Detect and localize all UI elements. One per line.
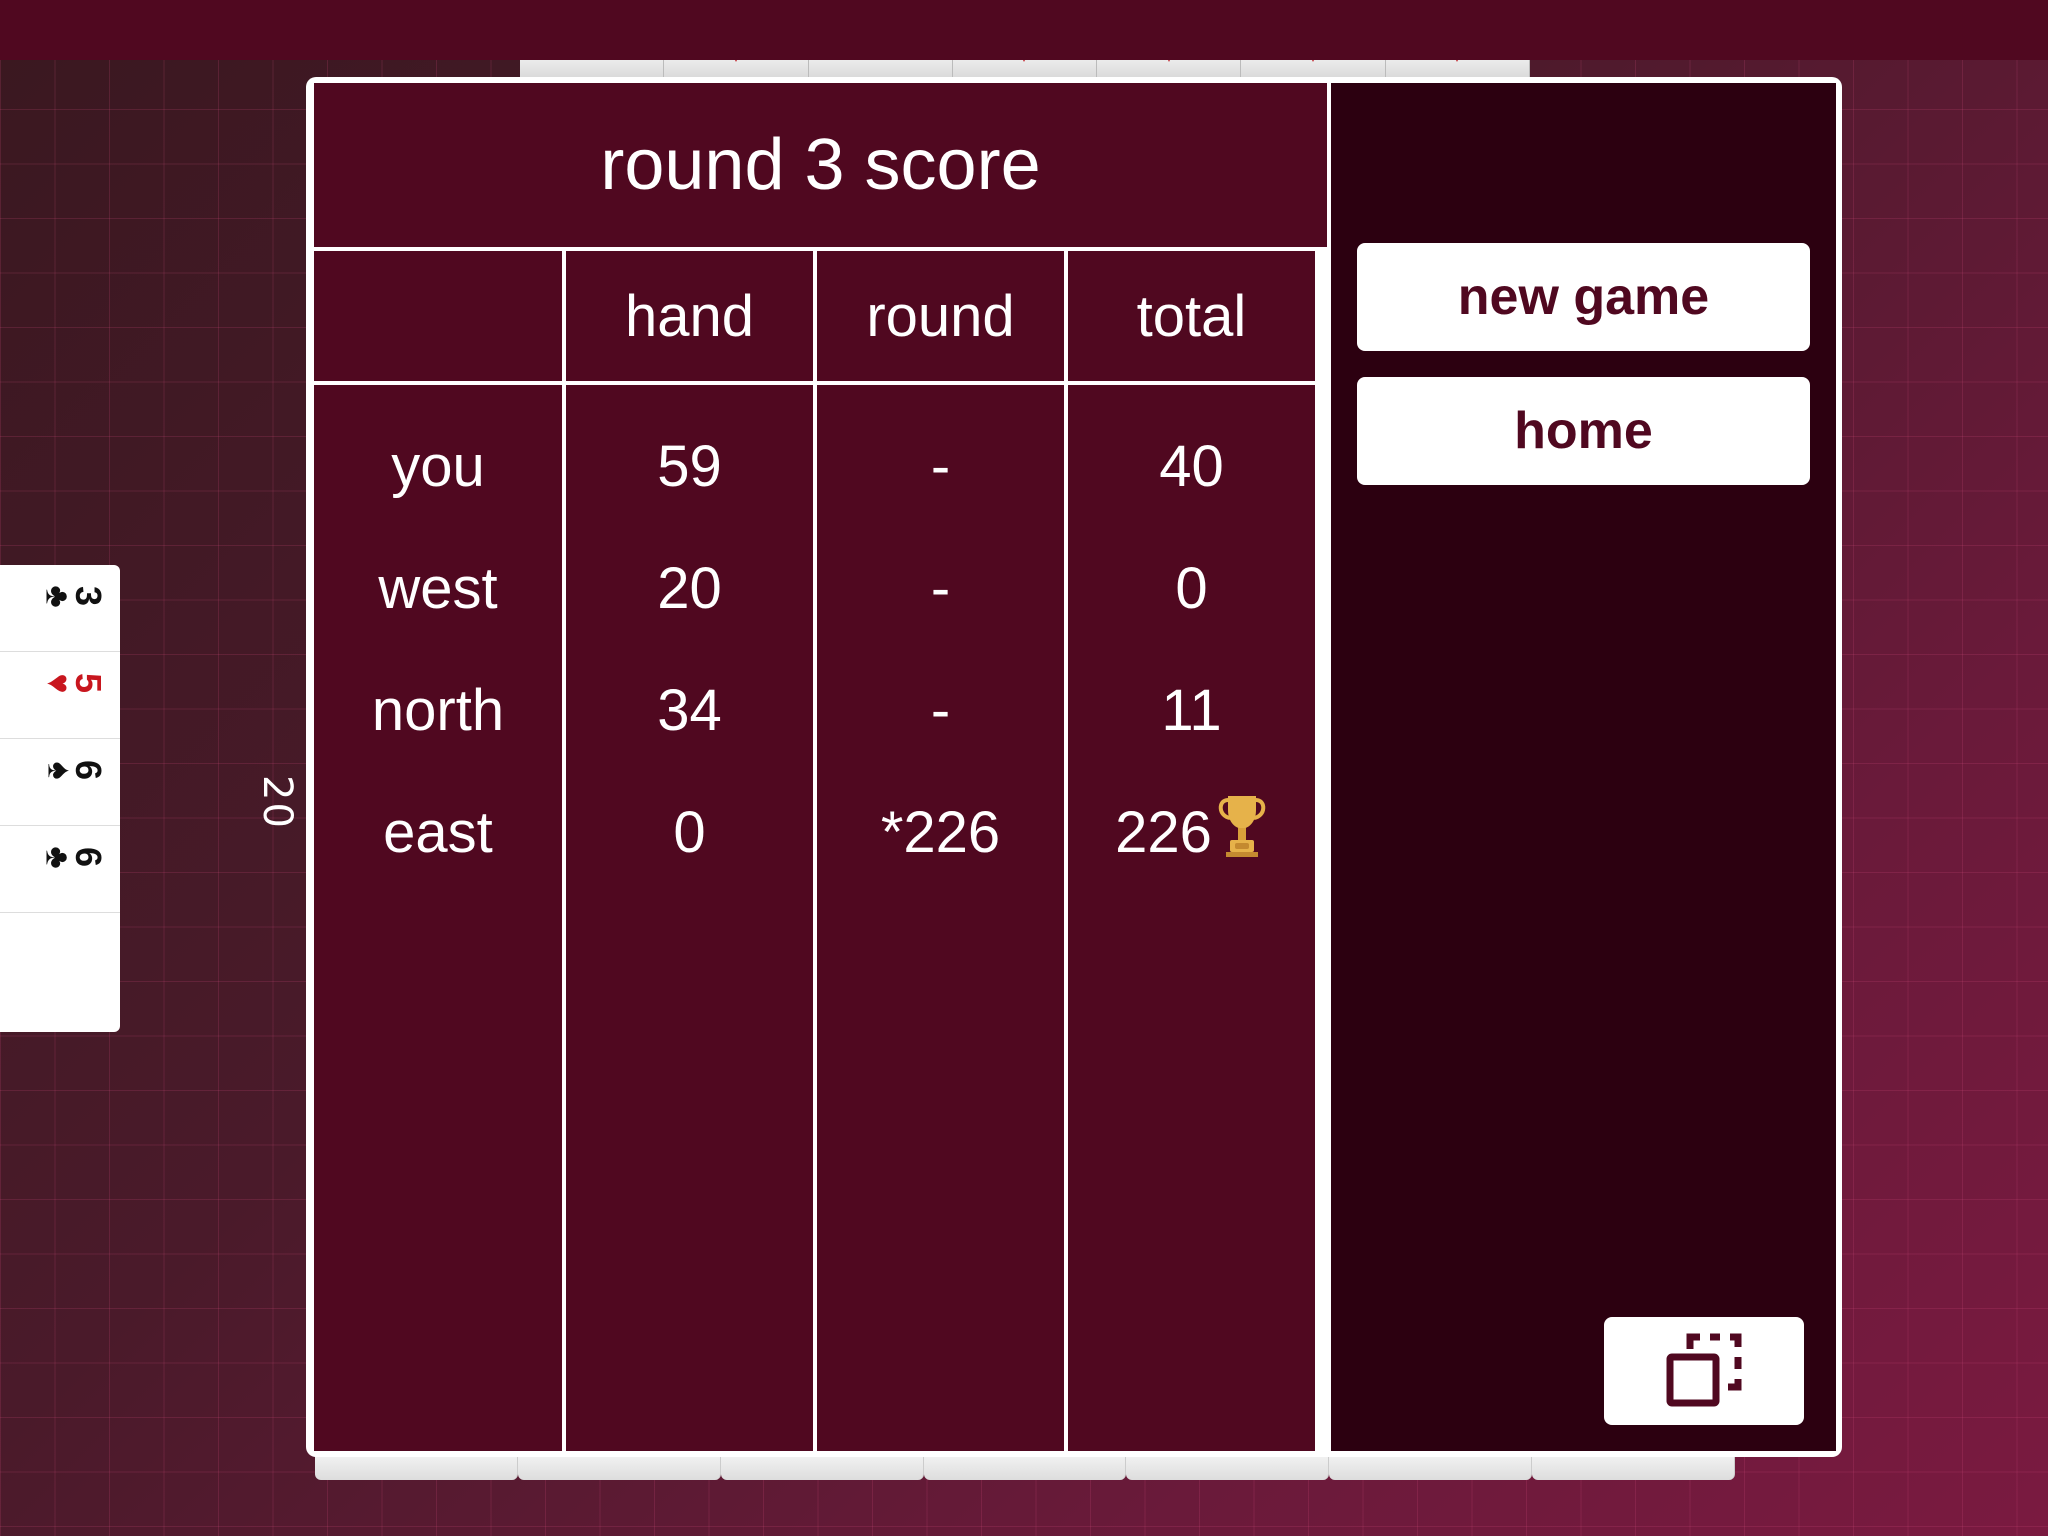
column-header-player [314,251,562,381]
new-game-button[interactable]: new game [1357,243,1810,351]
scoreboard: round 3 score hand round total you west … [314,83,1327,1451]
hand-score: 59 [657,433,722,499]
total-score: 11 [1161,677,1222,743]
hand-score: 34 [657,677,722,743]
column-header-hand: hand [566,251,813,381]
trophy-icon [1216,792,1268,872]
total-score: 0 [1175,555,1208,621]
player-column: you west north east [314,385,562,1451]
score-table: hand round total you west north east 59 … [314,251,1327,1451]
player-name: west [378,555,498,621]
total-score-winner: 226 [1115,771,1268,893]
card: ♣ 6 [0,826,120,913]
round-score: - [930,433,951,499]
score-dialog: round 3 score hand round total you west … [306,77,1842,1457]
actions-panel: new game home [1331,83,1836,1451]
round-score: *226 [880,799,1001,865]
round-score: - [930,677,951,743]
card: ♠ 6 [0,739,120,826]
card-rank: 6 [68,759,109,781]
top-bar [0,0,2048,60]
scoreboard-title: round 3 score [314,83,1327,247]
column-header-total: total [1068,251,1315,381]
fullscreen-button[interactable] [1604,1317,1804,1425]
card: ♥ 5 [0,652,120,739]
hand-score: 20 [657,555,722,621]
player-name: east [383,799,493,865]
round-column: - - - *226 [817,385,1064,1451]
card-rank: 3 [68,585,109,607]
total-score: 40 [1159,433,1224,499]
hand-column: 59 20 34 0 [566,385,813,1451]
hand-score: 0 [673,799,706,865]
card-rank: 6 [68,846,109,868]
total-column: 40 0 11 226 [1068,385,1315,1451]
fullscreen-toggle-icon [1664,1329,1744,1414]
player-name: you [391,433,485,499]
home-button[interactable]: home [1357,377,1810,485]
west-score-label: 20 [254,775,300,830]
total-score: 226 [1115,799,1212,865]
player-name: north [371,677,505,743]
card-rank: 5 [68,672,109,694]
round-score: - [930,555,951,621]
card: ♣ 3 [0,565,120,652]
west-hand: ♣ 3 ♥ 5 ♠ 6 ♣ 6 [0,565,120,1032]
column-header-round: round [817,251,1064,381]
